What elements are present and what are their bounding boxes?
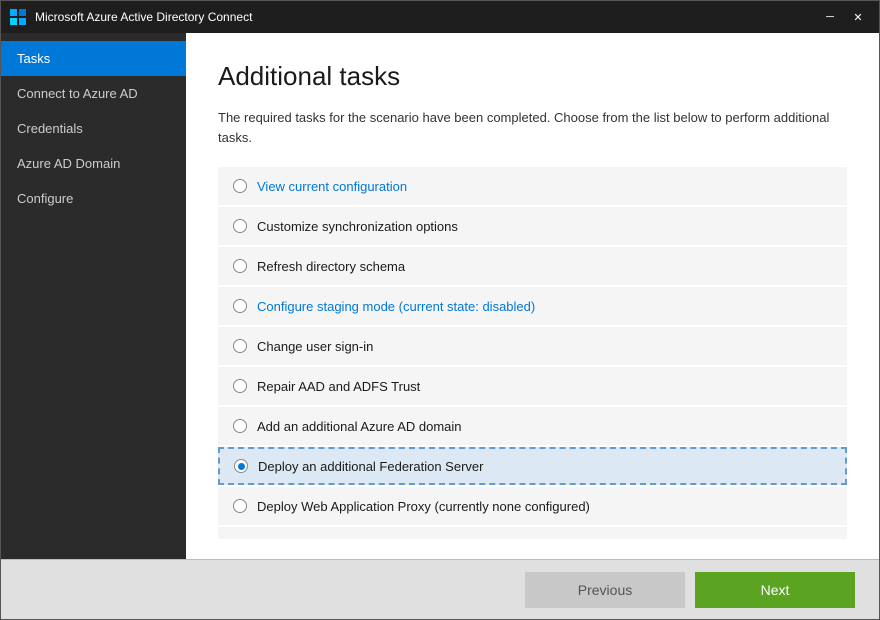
task-label-deploy-federation: Deploy an additional Federation Server: [258, 459, 483, 474]
task-label-staging-mode: Configure staging mode (current state: d…: [257, 299, 535, 314]
task-label-refresh-schema: Refresh directory schema: [257, 259, 405, 274]
page-title: Additional tasks: [218, 61, 847, 92]
window-title: Microsoft Azure Active Directory Connect: [35, 10, 817, 24]
task-label-deploy-proxy: Deploy Web Application Proxy (currently …: [257, 499, 590, 514]
task-item-deploy-proxy[interactable]: Deploy Web Application Proxy (currently …: [218, 487, 847, 525]
window-controls: ─ ✕: [817, 7, 871, 27]
sidebar-item-connect-azure-ad[interactable]: Connect to Azure AD: [1, 76, 186, 111]
task-label-repair-aad: Repair AAD and ADFS Trust: [257, 379, 420, 394]
task-item-add-azure-domain[interactable]: Add an additional Azure AD domain: [218, 407, 847, 445]
sidebar-item-credentials[interactable]: Credentials: [1, 111, 186, 146]
task-list: View current configuration Customize syn…: [218, 167, 847, 539]
task-radio-repair-aad: [233, 379, 247, 393]
task-item-verify-adfs[interactable]: Verify ADFS Login: [218, 527, 847, 539]
sidebar-item-tasks[interactable]: Tasks: [1, 41, 186, 76]
previous-button[interactable]: Previous: [525, 572, 685, 608]
next-button[interactable]: Next: [695, 572, 855, 608]
title-bar: Microsoft Azure Active Directory Connect…: [1, 1, 879, 33]
sidebar-item-configure[interactable]: Configure: [1, 181, 186, 216]
task-label-change-signin: Change user sign-in: [257, 339, 373, 354]
main-window: Microsoft Azure Active Directory Connect…: [0, 0, 880, 620]
task-radio-refresh-schema: [233, 259, 247, 273]
task-label-customize-sync: Customize synchronization options: [257, 219, 458, 234]
sidebar-item-azure-ad-domain[interactable]: Azure AD Domain: [1, 146, 186, 181]
task-label-add-azure-domain: Add an additional Azure AD domain: [257, 419, 462, 434]
task-item-deploy-federation[interactable]: Deploy an additional Federation Server: [218, 447, 847, 485]
main-content: Tasks Connect to Azure AD Credentials Az…: [1, 33, 879, 559]
task-radio-staging-mode: [233, 299, 247, 313]
task-item-customize-sync[interactable]: Customize synchronization options: [218, 207, 847, 245]
close-button[interactable]: ✕: [845, 7, 871, 27]
task-radio-add-azure-domain: [233, 419, 247, 433]
task-item-refresh-schema[interactable]: Refresh directory schema: [218, 247, 847, 285]
task-radio-customize-sync: [233, 219, 247, 233]
task-radio-deploy-federation: [234, 459, 248, 473]
minimize-button[interactable]: ─: [817, 7, 843, 27]
task-item-repair-aad[interactable]: Repair AAD and ADFS Trust: [218, 367, 847, 405]
task-item-change-signin[interactable]: Change user sign-in: [218, 327, 847, 365]
task-radio-deploy-proxy: [233, 499, 247, 513]
task-item-staging-mode[interactable]: Configure staging mode (current state: d…: [218, 287, 847, 325]
task-radio-change-signin: [233, 339, 247, 353]
description: The required tasks for the scenario have…: [218, 108, 847, 147]
footer: Previous Next: [1, 559, 879, 619]
app-icon: [9, 8, 27, 26]
task-item-view-config[interactable]: View current configuration: [218, 167, 847, 205]
content-area: Additional tasks The required tasks for …: [186, 33, 879, 559]
sidebar: Tasks Connect to Azure AD Credentials Az…: [1, 33, 186, 559]
task-label-verify-adfs: Verify ADFS Login: [257, 539, 363, 540]
task-radio-view-config: [233, 179, 247, 193]
task-label-view-config: View current configuration: [257, 179, 407, 194]
